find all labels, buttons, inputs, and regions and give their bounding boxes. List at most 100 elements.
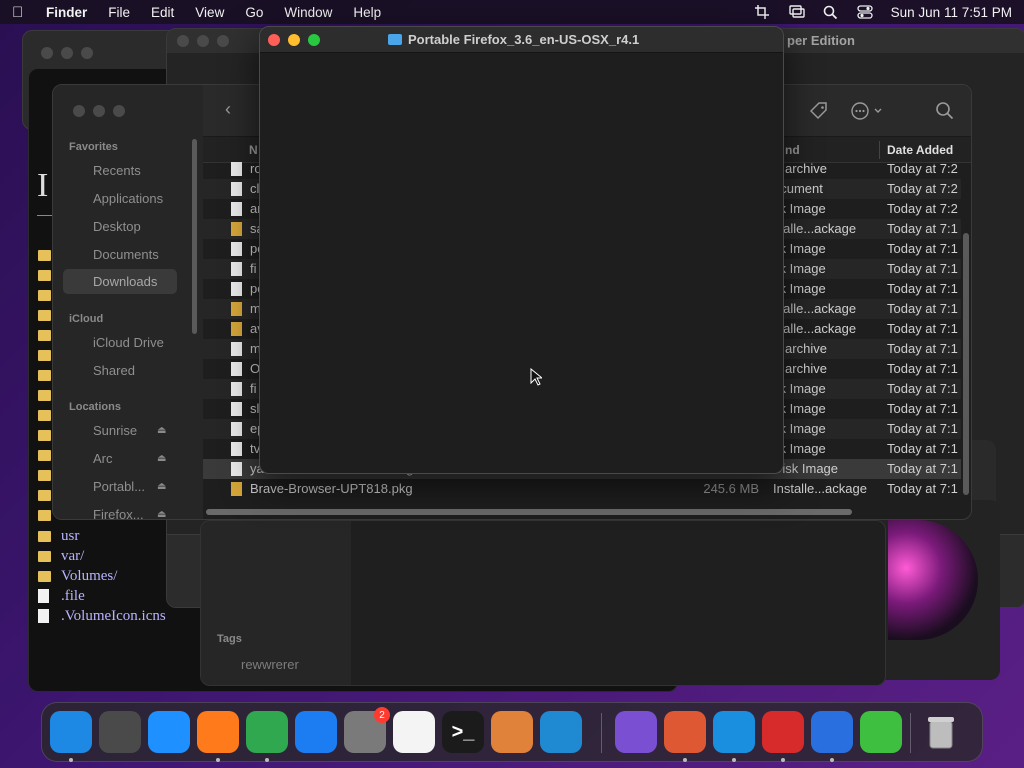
- sidebar-item-shared[interactable]: Shared: [93, 363, 135, 378]
- menu-help[interactable]: Help: [353, 5, 381, 20]
- list-item[interactable]: Volumes/: [38, 566, 166, 586]
- dock-visual-studio-icon[interactable]: [615, 711, 657, 753]
- sidebar-item-tag[interactable]: rewwrerer: [241, 657, 299, 672]
- file-date-added: Today at 7:1: [887, 361, 958, 376]
- package-icon: [231, 222, 242, 236]
- file-icon: [38, 609, 49, 623]
- dock-app-store-icon[interactable]: [295, 711, 337, 753]
- finder-window-lower[interactable]: Tags rewwrerer: [200, 520, 886, 686]
- sidebar-item-applications[interactable]: Applications: [93, 191, 163, 206]
- minimize-button[interactable]: [288, 34, 300, 46]
- zoom-button[interactable]: [308, 34, 320, 46]
- dock-duckduckgo-icon[interactable]: [664, 711, 706, 753]
- document-icon: [231, 402, 242, 416]
- list-item[interactable]: usr: [38, 526, 166, 546]
- folder-icon: [38, 429, 51, 441]
- sidebar-item-sunrise[interactable]: Sunrise: [93, 423, 137, 438]
- screen-mirroring-icon[interactable]: [788, 5, 805, 19]
- sidebar-item-firefox[interactable]: Firefox...: [93, 507, 144, 519]
- file-date-added: Today at 7:1: [887, 281, 958, 296]
- search-icon[interactable]: [935, 101, 955, 121]
- sidebar-item-documents[interactable]: Documents: [93, 247, 159, 262]
- menu-edit[interactable]: Edit: [151, 5, 174, 20]
- folder-icon: [38, 530, 51, 542]
- sidebar-item-recents[interactable]: Recents: [93, 163, 141, 178]
- minimize-button[interactable]: [93, 105, 105, 117]
- close-button[interactable]: [73, 105, 85, 117]
- dock-trash-icon[interactable]: [920, 711, 962, 753]
- menu-view[interactable]: View: [195, 5, 224, 20]
- folder-icon: [38, 449, 51, 461]
- sidebar-item-icloud-drive[interactable]: iCloud Drive: [93, 335, 164, 350]
- dock-flash-red-icon[interactable]: [762, 711, 804, 753]
- dock-launchpad-icon[interactable]: [99, 711, 141, 753]
- eject-icon[interactable]: ⏏: [157, 453, 166, 464]
- close-button[interactable]: [268, 34, 280, 46]
- document-icon: [231, 182, 242, 196]
- sidebar-item-desktop[interactable]: Desktop: [93, 219, 141, 234]
- table-row[interactable]: Brave-Browser-UPT818.pkg 245.6 MB Installe…: [203, 479, 961, 499]
- column-header-kind[interactable]: nd: [785, 143, 800, 157]
- dock-running-indicator: [781, 758, 785, 762]
- sidebar-scrollbar[interactable]: [192, 139, 197, 334]
- dock-garageband-icon[interactable]: [491, 711, 533, 753]
- apple-menu-icon[interactable]: : [12, 4, 28, 21]
- horizontal-scrollbar[interactable]: [206, 509, 852, 515]
- dock-separator: [601, 713, 602, 753]
- folder-icon: [38, 249, 51, 261]
- eject-icon[interactable]: ⏏: [157, 425, 166, 436]
- more-actions-icon[interactable]: [851, 101, 885, 121]
- dock-textedit-icon[interactable]: [393, 711, 435, 753]
- menu-go[interactable]: Go: [245, 5, 263, 20]
- notification-badge: 2: [374, 707, 390, 723]
- spotlight-search-icon[interactable]: [823, 5, 839, 19]
- menu-window[interactable]: Window: [284, 5, 332, 20]
- dock-chrome-icon[interactable]: [246, 711, 288, 753]
- dock-vscode-icon[interactable]: [540, 711, 582, 753]
- dock-terminal-icon[interactable]: >_: [442, 711, 484, 753]
- menu-file[interactable]: File: [108, 5, 130, 20]
- document-icon: [231, 362, 242, 376]
- package-icon: [231, 322, 242, 336]
- portable-firefox-window[interactable]: Portable Firefox_3.6_en-US-OSX_r4.1: [259, 26, 784, 474]
- back-chevron-icon[interactable]: ‹: [225, 99, 231, 120]
- eject-icon[interactable]: ⏏: [157, 481, 166, 492]
- list-item[interactable]: .VolumeIcon.icns: [38, 606, 166, 626]
- zoom-button[interactable]: [113, 105, 125, 117]
- document-icon: [231, 462, 242, 476]
- dock-maxthon-icon[interactable]: [713, 711, 755, 753]
- control-center-icon[interactable]: [857, 5, 873, 19]
- column-header-name[interactable]: N: [249, 143, 258, 157]
- file-name: fi: [250, 261, 257, 276]
- document-icon: [231, 242, 242, 256]
- dock-finder-icon[interactable]: [50, 711, 92, 753]
- dock-safari-icon[interactable]: [148, 711, 190, 753]
- folder-icon: [38, 489, 51, 501]
- sidebar-section-tags: Tags: [217, 633, 242, 645]
- file-kind: stalle...ackage: [773, 321, 857, 336]
- dock: 2 >_: [41, 702, 983, 762]
- folder-icon: [38, 509, 51, 521]
- eject-icon[interactable]: ⏏: [157, 509, 166, 519]
- dock-firefox-icon[interactable]: [197, 711, 239, 753]
- folder-icon: [38, 289, 51, 301]
- dock-archive-utility-icon[interactable]: [860, 711, 902, 753]
- vertical-scrollbar[interactable]: [963, 233, 969, 495]
- dock-firefox-dev-icon[interactable]: [811, 711, 853, 753]
- crop-icon[interactable]: [754, 5, 771, 19]
- tag-icon[interactable]: [809, 101, 829, 121]
- sidebar-item-downloads[interactable]: Downloads: [63, 269, 177, 294]
- menu-clock[interactable]: Sun Jun 11 7:51 PM: [891, 5, 1012, 20]
- folder-icon: [38, 409, 51, 421]
- sidebar-item-arc[interactable]: Arc: [93, 451, 113, 466]
- file-date-added: Today at 7:1: [887, 241, 958, 256]
- file-name: fi: [250, 381, 257, 396]
- menu-app-finder[interactable]: Finder: [46, 5, 87, 20]
- window-controls: [177, 35, 229, 47]
- column-header-date-added[interactable]: Date Added: [887, 143, 953, 157]
- file-date-added: Today at 7:1: [887, 461, 958, 476]
- list-item[interactable]: .file: [38, 586, 166, 606]
- directory-listing-visible: usr var/ Volumes/ .file .VolumeIcon.icns: [38, 526, 166, 626]
- list-item[interactable]: var/: [38, 546, 166, 566]
- sidebar-item-portable[interactable]: Portabl...: [93, 479, 145, 494]
